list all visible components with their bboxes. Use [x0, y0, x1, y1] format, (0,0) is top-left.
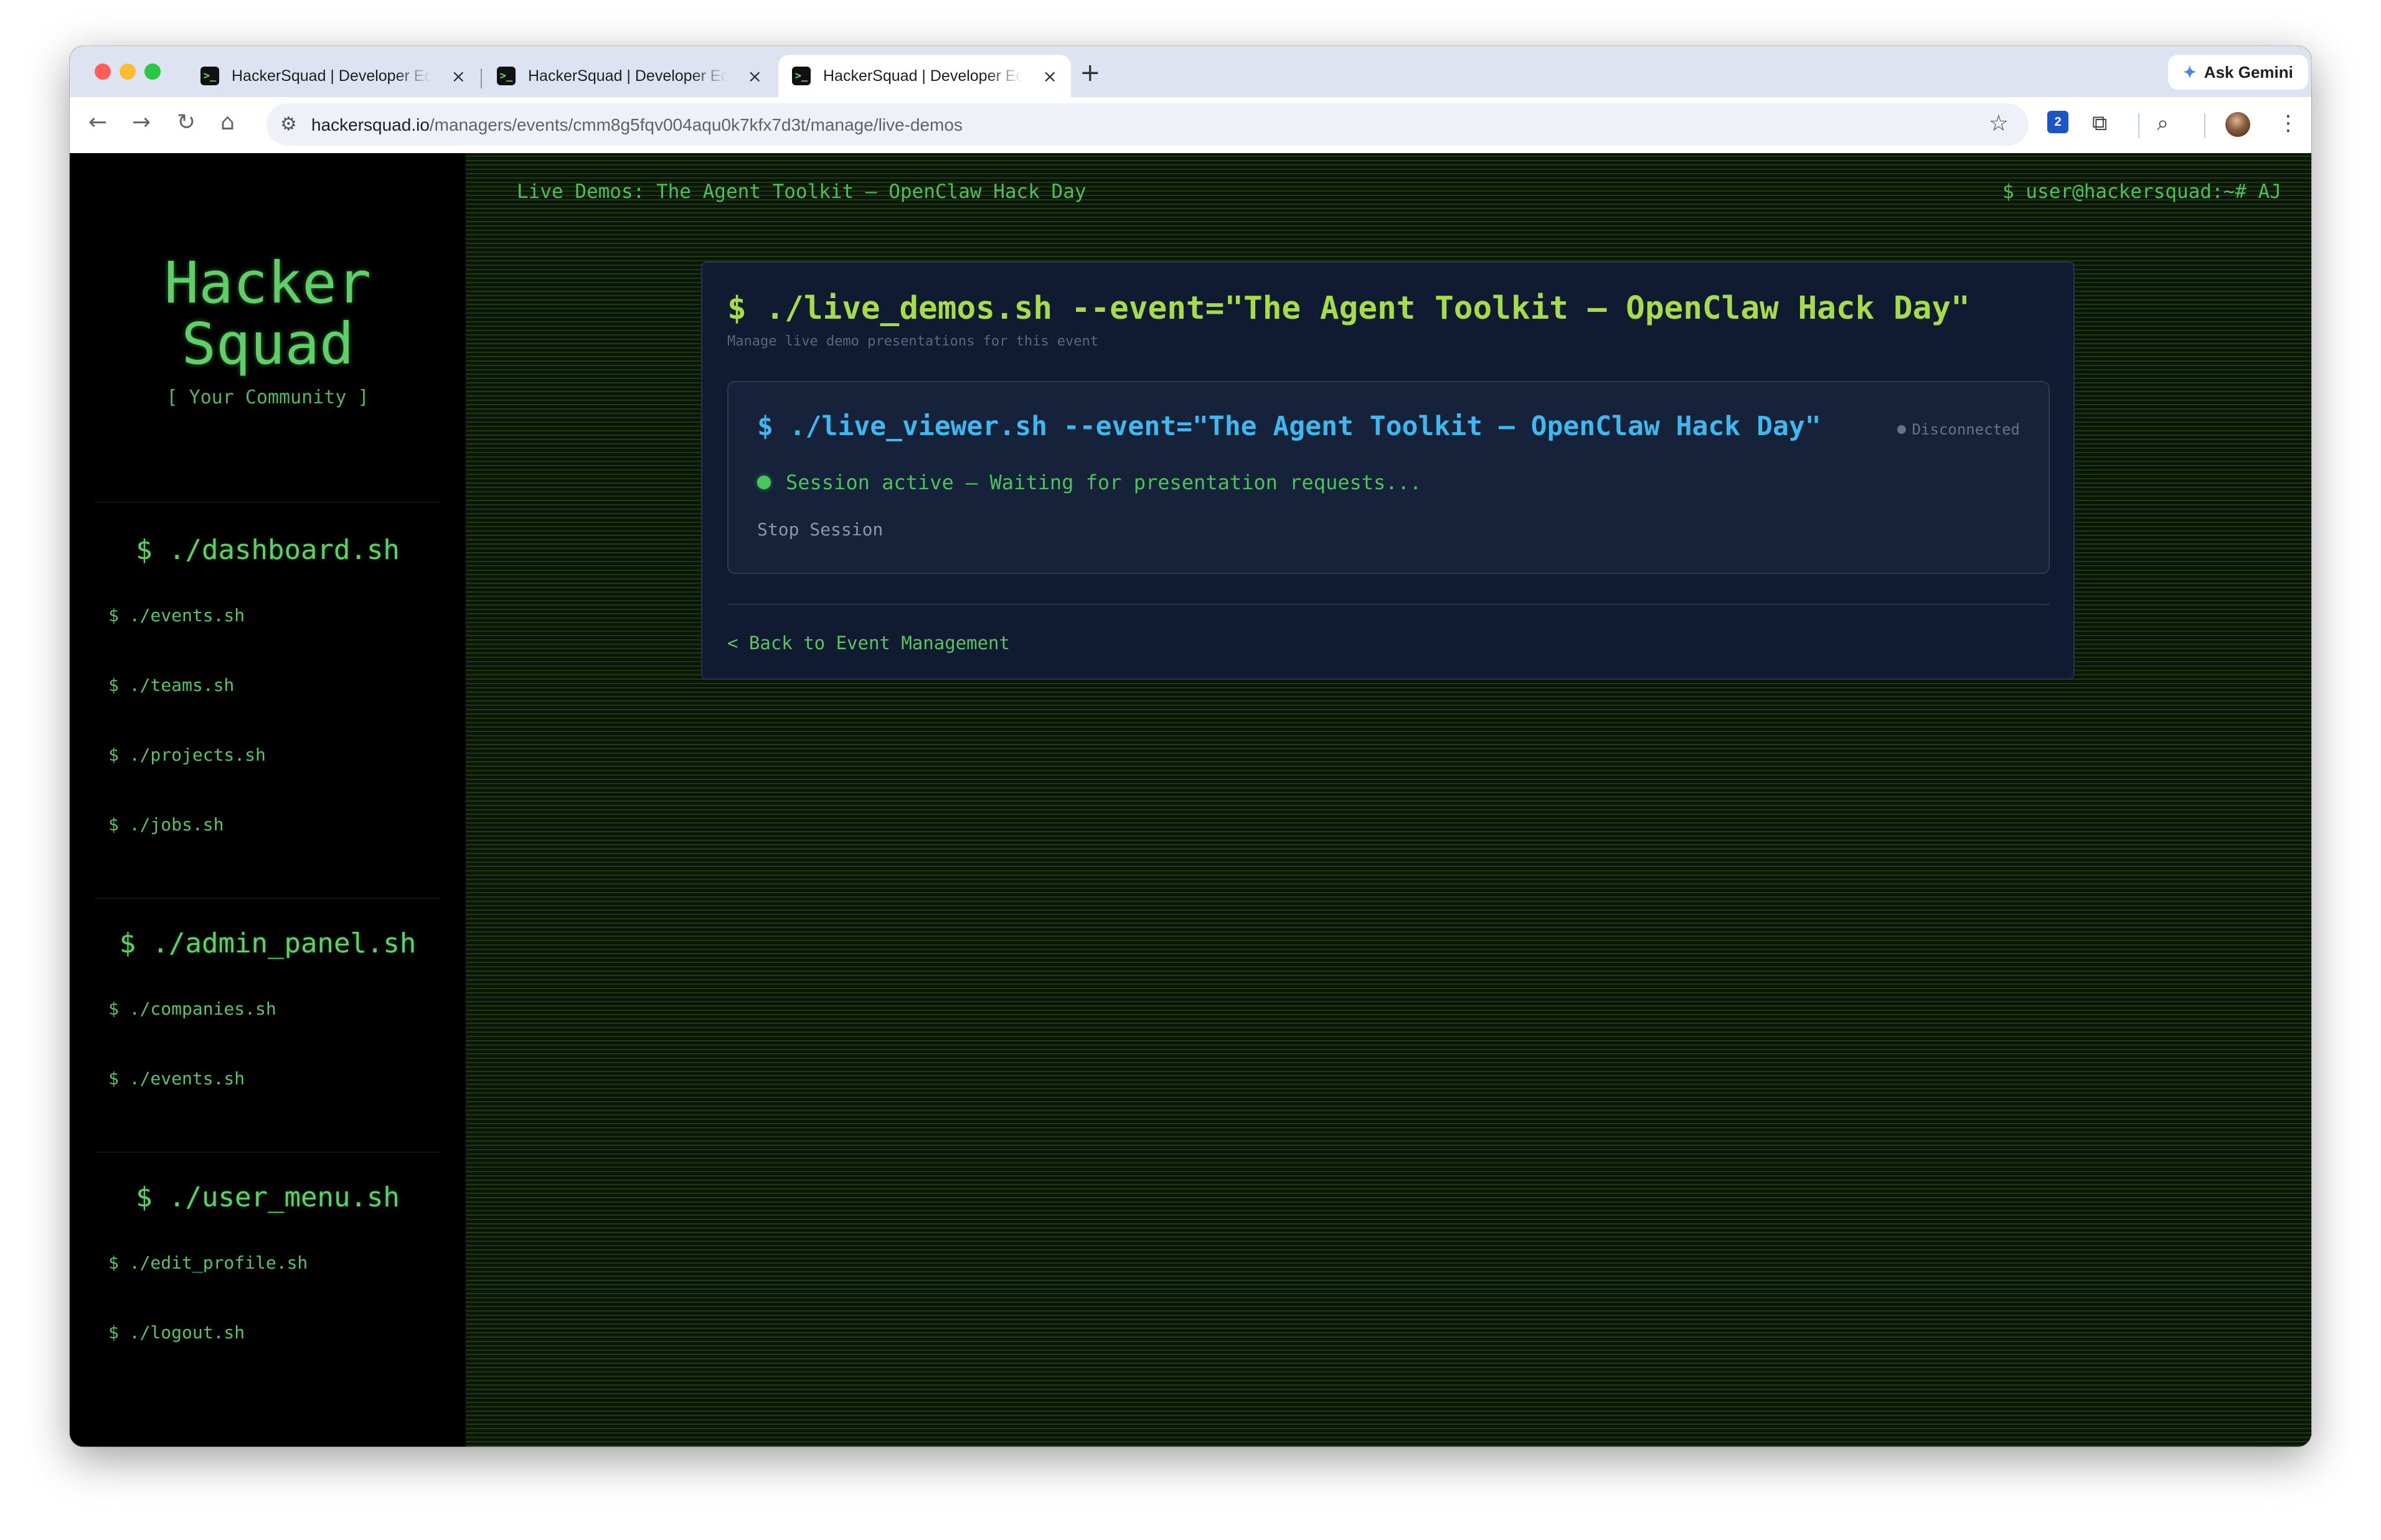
browser-menu-icon[interactable]: ⋮ — [2278, 111, 2299, 136]
hackersquad-logo[interactable]: Hacker Squad — [70, 253, 466, 375]
browser-tab-1[interactable]: >_ HackerSquad | Developer Ecosystem × — [187, 55, 479, 97]
new-tab-button[interactable]: + — [1080, 59, 1101, 87]
reload-icon[interactable]: ↻ — [177, 110, 196, 135]
browser-window: >_ HackerSquad | Developer Ecosystem × >… — [70, 46, 2311, 1447]
tab-title: HackerSquad | Developer Ecosystem — [823, 67, 1022, 85]
extensions-puzzle-icon[interactable]: ⧉ — [2092, 111, 2107, 136]
page-content: Hacker Squad [ Your Community ] $ ./dash… — [70, 153, 2311, 1447]
browser-tab-2[interactable]: >_ HackerSquad | Developer Ecosystem × — [483, 55, 776, 97]
extension-badge-icon[interactable]: 2 — [2047, 111, 2068, 133]
sidebar-item-jobs[interactable]: $ ./jobs.sh — [108, 814, 224, 835]
toolbar-separator — [2204, 113, 2205, 138]
stop-session-button[interactable]: Stop Session — [757, 519, 883, 540]
site-settings-icon[interactable]: ⚙ — [280, 113, 297, 135]
logo-line-2: Squad — [181, 311, 354, 377]
card-divider — [727, 604, 2050, 605]
back-arrow-icon[interactable]: ← — [88, 110, 107, 135]
ask-gemini-button[interactable]: ✦ Ask Gemini — [2168, 55, 2308, 90]
browser-toolbar: ← → ↻ ⌂ ⚙ hackersquad.io/managers/events… — [70, 97, 2311, 154]
live-demos-card: $ ./live_demos.sh --event="The Agent Too… — [701, 261, 2075, 680]
ask-gemini-label: Ask Gemini — [2204, 62, 2293, 82]
terminal-prompt-icon: >_ — [200, 67, 219, 85]
session-status: Session active — Waiting for presentatio… — [757, 471, 1422, 494]
sidebar-item-edit-profile[interactable]: $ ./edit_profile.sh — [108, 1252, 308, 1273]
close-window-button[interactable] — [95, 63, 111, 80]
connection-status: Disconnected — [1897, 421, 2020, 438]
url-path: /managers/events/cmm8g5fqv004aqu0k7kfx7d… — [429, 115, 963, 134]
close-tab-icon[interactable]: × — [451, 66, 466, 87]
url-host: hackersquad.io — [311, 115, 430, 134]
logo-tagline: [ Your Community ] — [166, 387, 369, 408]
url-text[interactable]: hackersquad.io/managers/events/cmm8g5fqv… — [311, 115, 963, 135]
sidebar-item-projects[interactable]: $ ./projects.sh — [108, 744, 266, 765]
sidebar-item-events[interactable]: $ ./events.sh — [108, 605, 245, 626]
sidebar-heading-admin-panel[interactable]: $ ./admin_panel.sh — [70, 927, 466, 959]
minimize-window-button[interactable] — [120, 63, 136, 80]
address-bar[interactable]: ⚙ hackersquad.io/managers/events/cmm8g5f… — [266, 103, 2029, 146]
sidebar-heading-dashboard[interactable]: $ ./dashboard.sh — [70, 534, 466, 566]
home-icon[interactable]: ⌂ — [220, 110, 235, 135]
profile-avatar[interactable] — [2225, 112, 2250, 137]
sidebar-divider — [95, 502, 441, 503]
status-dot-icon — [1897, 425, 1906, 434]
back-to-event-management-link[interactable]: < Back to Event Management — [727, 632, 1010, 654]
browser-tab-3-active[interactable]: >_ HackerSquad | Developer Ecosystem × — [778, 55, 1071, 97]
logo-line-1: Hacker — [164, 250, 372, 316]
close-tab-icon[interactable]: × — [1043, 66, 1057, 87]
connection-status-label: Disconnected — [1912, 421, 2020, 438]
forward-arrow-icon[interactable]: → — [132, 110, 151, 135]
sidebar-heading-user-menu[interactable]: $ ./user_menu.sh — [70, 1181, 466, 1213]
user-prompt[interactable]: $ user@hackersquad:~# AJ — [2002, 181, 2281, 203]
tab-separator — [481, 68, 482, 88]
sidebar: Hacker Squad [ Your Community ] $ ./dash… — [70, 153, 466, 1447]
sidebar-item-admin-events[interactable]: $ ./events.sh — [108, 1068, 245, 1089]
viewer-title: $ ./live_viewer.sh --event="The Agent To… — [757, 411, 1821, 442]
session-active-dot-icon — [757, 476, 771, 489]
live-viewer-panel: $ ./live_viewer.sh --event="The Agent To… — [727, 381, 2050, 574]
tab-search-icon[interactable]: ⌕ — [2157, 111, 2169, 136]
sidebar-divider — [95, 898, 441, 899]
gemini-sparkle-icon: ✦ — [2183, 62, 2197, 82]
sidebar-item-companies[interactable]: $ ./companies.sh — [108, 998, 276, 1019]
tab-title: HackerSquad | Developer Ecosystem — [528, 67, 727, 85]
page-title: Live Demos: The Agent Toolkit — OpenClaw… — [517, 181, 1087, 203]
terminal-prompt-icon: >_ — [497, 67, 516, 85]
sidebar-item-teams[interactable]: $ ./teams.sh — [108, 675, 234, 695]
terminal-prompt-icon: >_ — [792, 67, 811, 85]
card-subtitle: Manage live demo presentations for this … — [727, 334, 1099, 349]
bookmark-star-icon[interactable]: ☆ — [1989, 111, 2009, 136]
toolbar-separator — [2138, 113, 2139, 138]
main-content: Live Demos: The Agent Toolkit — OpenClaw… — [466, 153, 2311, 1447]
card-title: $ ./live_demos.sh --event="The Agent Too… — [727, 290, 1970, 327]
tab-title: HackerSquad | Developer Ecosystem — [232, 67, 431, 85]
session-status-text: Session active — Waiting for presentatio… — [786, 471, 1422, 494]
sidebar-item-logout[interactable]: $ ./logout.sh — [108, 1322, 245, 1343]
maximize-window-button[interactable] — [144, 63, 161, 80]
close-tab-icon[interactable]: × — [748, 66, 762, 87]
tab-strip: >_ HackerSquad | Developer Ecosystem × >… — [70, 46, 2311, 97]
sidebar-divider — [95, 1152, 441, 1153]
